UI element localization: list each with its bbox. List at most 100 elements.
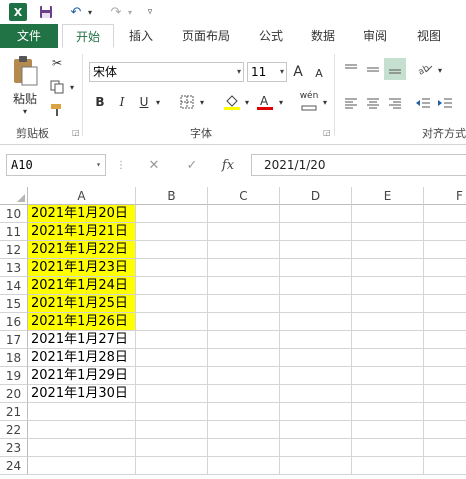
row-header[interactable]: 16 xyxy=(0,313,28,331)
cell-e[interactable] xyxy=(352,331,424,349)
cell-c[interactable] xyxy=(208,403,280,421)
cell-e[interactable] xyxy=(352,403,424,421)
orientation-icon[interactable]: ab xyxy=(416,60,434,78)
cell-d[interactable] xyxy=(280,457,352,475)
cell-a[interactable]: 2021年1月30日 xyxy=(28,385,136,403)
cut-icon[interactable]: ✂ xyxy=(48,54,66,72)
row-header[interactable]: 10 xyxy=(0,205,28,223)
font-name-select[interactable]: 宋体 ▾ xyxy=(89,62,244,82)
align-center-icon[interactable] xyxy=(364,94,382,112)
cell-e[interactable] xyxy=(352,457,424,475)
undo-dropdown-icon[interactable]: ▾ xyxy=(86,3,94,21)
cell-c[interactable] xyxy=(208,349,280,367)
cell-f[interactable] xyxy=(424,241,466,259)
cell-f[interactable] xyxy=(424,421,466,439)
row-header[interactable]: 21 xyxy=(0,403,28,421)
cell-b[interactable] xyxy=(136,403,208,421)
cell-b[interactable] xyxy=(136,421,208,439)
row-header[interactable]: 14 xyxy=(0,277,28,295)
cell-a[interactable]: 2021年1月21日 xyxy=(28,223,136,241)
cell-c[interactable] xyxy=(208,295,280,313)
cell-f[interactable] xyxy=(424,331,466,349)
cell-a[interactable]: 2021年1月29日 xyxy=(28,367,136,385)
cell-b[interactable] xyxy=(136,457,208,475)
cell-d[interactable] xyxy=(280,349,352,367)
align-middle-icon[interactable] xyxy=(364,60,382,78)
cell-b[interactable] xyxy=(136,241,208,259)
tab-view[interactable]: 视图 xyxy=(406,24,452,48)
enter-button[interactable]: ✓ xyxy=(180,154,204,176)
column-header-a[interactable]: A xyxy=(28,187,136,205)
font-size-select[interactable]: 11 ▾ xyxy=(247,62,287,82)
align-right-icon[interactable] xyxy=(386,94,404,112)
cell-b[interactable] xyxy=(136,313,208,331)
cell-a[interactable] xyxy=(28,403,136,421)
cell-f[interactable] xyxy=(424,313,466,331)
cell-a[interactable]: 2021年1月28日 xyxy=(28,349,136,367)
fill-color-dropdown-icon[interactable]: ▾ xyxy=(243,96,251,108)
orientation-dropdown-icon[interactable]: ▾ xyxy=(436,64,444,76)
align-top-icon[interactable] xyxy=(342,60,360,78)
cell-b[interactable] xyxy=(136,439,208,457)
cell-a[interactable] xyxy=(28,421,136,439)
paste-dropdown-icon[interactable]: ▾ xyxy=(18,106,32,116)
cell-e[interactable] xyxy=(352,439,424,457)
cell-d[interactable] xyxy=(280,331,352,349)
cancel-button[interactable]: ✕ xyxy=(142,154,166,176)
cell-a[interactable]: 2021年1月27日 xyxy=(28,331,136,349)
cell-d[interactable] xyxy=(280,277,352,295)
redo-icon[interactable]: ↷ xyxy=(108,3,124,21)
save-icon[interactable] xyxy=(38,3,54,21)
tab-review[interactable]: 审阅 xyxy=(352,24,398,48)
phonetic-dropdown-icon[interactable]: ▾ xyxy=(321,96,329,108)
increase-indent-icon[interactable] xyxy=(436,94,454,112)
borders-icon[interactable] xyxy=(178,92,196,112)
cell-e[interactable] xyxy=(352,421,424,439)
cell-e[interactable] xyxy=(352,295,424,313)
paste-icon[interactable] xyxy=(10,54,40,88)
column-header-d[interactable]: D xyxy=(280,187,352,205)
row-header[interactable]: 20 xyxy=(0,385,28,403)
cell-a[interactable] xyxy=(28,457,136,475)
cell-e[interactable] xyxy=(352,241,424,259)
tab-home[interactable]: 开始 xyxy=(62,24,114,48)
cell-f[interactable] xyxy=(424,439,466,457)
font-color-icon[interactable]: A xyxy=(255,92,275,112)
customize-qat-icon[interactable]: ▿ xyxy=(145,3,155,21)
borders-dropdown-icon[interactable]: ▾ xyxy=(198,96,206,108)
tab-insert[interactable]: 插入 xyxy=(118,24,164,48)
cell-f[interactable] xyxy=(424,367,466,385)
cell-b[interactable] xyxy=(136,385,208,403)
copy-dropdown-icon[interactable]: ▾ xyxy=(68,82,76,92)
cell-b[interactable] xyxy=(136,367,208,385)
cell-e[interactable] xyxy=(352,367,424,385)
row-header[interactable]: 18 xyxy=(0,349,28,367)
worksheet-grid[interactable]: A B C D E F 10 2021年1月20日 11 2021年1月21日 12 20… xyxy=(0,187,466,479)
font-launcher-icon[interactable]: ◲ xyxy=(323,128,331,137)
row-header[interactable]: 12 xyxy=(0,241,28,259)
cell-d[interactable] xyxy=(280,259,352,277)
cell-d[interactable] xyxy=(280,241,352,259)
row-header[interactable]: 24 xyxy=(0,457,28,475)
paste-button[interactable]: 粘贴 xyxy=(8,90,42,106)
cell-c[interactable] xyxy=(208,331,280,349)
cell-e[interactable] xyxy=(352,385,424,403)
column-header-e[interactable]: E xyxy=(352,187,424,205)
cell-e[interactable] xyxy=(352,277,424,295)
cell-c[interactable] xyxy=(208,439,280,457)
cell-d[interactable] xyxy=(280,313,352,331)
cell-f[interactable] xyxy=(424,457,466,475)
column-header-f[interactable]: F xyxy=(424,187,466,205)
cell-e[interactable] xyxy=(352,259,424,277)
shrink-font-button[interactable]: A xyxy=(313,64,325,82)
cell-a[interactable]: 2021年1月24日 xyxy=(28,277,136,295)
cell-e[interactable] xyxy=(352,349,424,367)
row-header[interactable]: 19 xyxy=(0,367,28,385)
cell-c[interactable] xyxy=(208,367,280,385)
cell-c[interactable] xyxy=(208,277,280,295)
decrease-indent-icon[interactable] xyxy=(414,94,432,112)
cell-c[interactable] xyxy=(208,205,280,223)
bold-button[interactable]: B xyxy=(92,92,108,112)
cell-b[interactable] xyxy=(136,277,208,295)
redo-dropdown-icon[interactable]: ▾ xyxy=(126,3,134,21)
